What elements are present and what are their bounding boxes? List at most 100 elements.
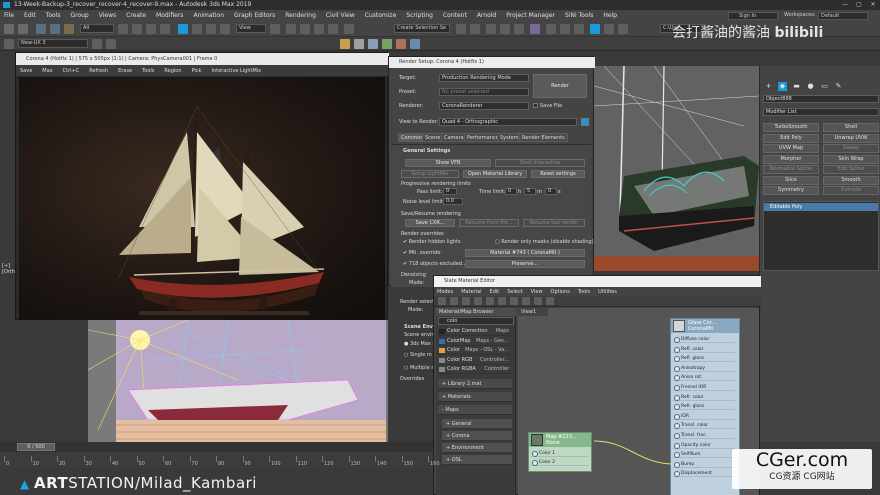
browser-category[interactable]: + Materials	[438, 392, 512, 402]
vfb-refresh-button[interactable]: Refresh	[89, 68, 108, 74]
browser-item[interactable]: Color RGBA Controller	[438, 365, 512, 374]
minimize-icon[interactable]: —	[838, 0, 852, 10]
slate-menu-tools[interactable]: Tools	[578, 289, 590, 295]
spinner-snap-icon[interactable]	[328, 24, 338, 34]
save-cxr-button[interactable]: Save CXR...	[405, 219, 455, 227]
preset-dropdown[interactable]: No preset selected	[439, 88, 529, 96]
reset-settings-button[interactable]: Reset settings	[531, 170, 585, 178]
create-tab-icon[interactable]: +	[764, 82, 773, 91]
menu-item-civil-view[interactable]: Civil View	[326, 12, 355, 19]
save-file-checkbox[interactable]	[533, 103, 538, 108]
vfb-pick-button[interactable]: Pick	[192, 68, 202, 74]
named-selection-dropdown[interactable]: Create Selection Se	[394, 24, 450, 33]
modifier-smooth-button[interactable]: Smooth	[823, 175, 879, 185]
window-crossing-icon[interactable]	[160, 24, 170, 34]
workspace-dropdown[interactable]: Default	[818, 12, 868, 20]
utilities-tab-icon[interactable]: ✎	[834, 82, 843, 91]
vfb-region-button[interactable]: Region	[164, 68, 181, 74]
percent-snap-icon[interactable]	[314, 24, 324, 34]
select-by-name-icon[interactable]	[132, 24, 142, 34]
view-to-render-dropdown[interactable]: Quad 4 - Orthographic	[439, 118, 577, 126]
general-settings-header[interactable]: General Settings	[403, 148, 450, 154]
align-icon[interactable]	[470, 24, 480, 34]
pick-material-icon[interactable]	[438, 297, 446, 305]
renderer-dropdown[interactable]: CoronaRenderer	[439, 102, 529, 110]
time-limit-seconds[interactable]: 0	[545, 188, 557, 195]
slate-menu-view[interactable]: View	[531, 289, 543, 295]
tab-system[interactable]: System	[497, 133, 522, 142]
undo-icon[interactable]	[4, 24, 14, 34]
corona-render-icon[interactable]	[590, 24, 600, 34]
menu-item-graph-editors[interactable]: Graph Editors	[234, 12, 275, 19]
vfb-tools-button[interactable]: Tools	[142, 68, 154, 74]
menu-item-help[interactable]: Help	[603, 12, 617, 19]
vfb-interactive-lightmix-button[interactable]: Interactive LightMix	[211, 68, 261, 74]
rendered-frame-window-icon[interactable]	[560, 24, 570, 34]
corona-proxy-icon[interactable]	[396, 39, 406, 49]
material-editor-icon[interactable]	[530, 24, 540, 34]
unlink-icon[interactable]	[50, 24, 60, 34]
schematic-view-icon[interactable]	[514, 24, 524, 34]
browser-item[interactable]: Color RGB Controller...	[438, 356, 512, 365]
snap-toggle-icon[interactable]	[286, 24, 296, 34]
modifier-morpher-button[interactable]: Morpher	[763, 154, 819, 164]
corona-camera-icon[interactable]	[368, 39, 378, 49]
menu-item-tools[interactable]: Tools	[46, 12, 61, 19]
modify-tab-icon[interactable]: ◆	[778, 82, 787, 91]
setup-lightmix-button[interactable]: Setup LightMix	[401, 170, 459, 178]
show-vfb-button[interactable]: Show VFB	[405, 159, 491, 167]
move-icon[interactable]	[178, 24, 188, 34]
corona-light-icon[interactable]	[340, 39, 350, 49]
render-setup-icon[interactable]	[546, 24, 556, 34]
vfb-erase-button[interactable]: Erase	[118, 68, 132, 74]
show-map-icon[interactable]	[510, 297, 518, 305]
corona-scatter-icon[interactable]	[382, 39, 392, 49]
menu-item-project-manager[interactable]: Project Manager	[506, 12, 555, 19]
rect-selection-icon[interactable]	[146, 24, 156, 34]
menu-item-customize[interactable]: Customize	[365, 12, 397, 19]
maximize-icon[interactable]: ▢	[852, 0, 866, 10]
modifier-shell-button[interactable]: Shell	[823, 123, 879, 132]
corona-decal-icon[interactable]	[410, 39, 420, 49]
preserve-button[interactable]: Preserve...	[465, 260, 585, 268]
rotate-icon[interactable]	[192, 24, 202, 34]
slate-menu-options[interactable]: Options	[551, 289, 570, 295]
open-material-library-button[interactable]: Open Material Library	[463, 170, 527, 178]
browser-category[interactable]: + Library 2.mat	[438, 379, 512, 389]
modifier-symmetry-button[interactable]: Symmetry	[763, 186, 819, 195]
target-dropdown[interactable]: Production Rendering Mode	[439, 74, 529, 82]
node-view[interactable]: View1 Glass Cor... CoronaMtl Diffuse col…	[518, 308, 759, 495]
slate-menu-edit[interactable]: Edit	[490, 289, 500, 295]
render-button[interactable]: Render	[533, 74, 587, 98]
noise-level-spinner[interactable]: 0.0	[443, 198, 463, 205]
resume-last-render-button[interactable]: Resume last render	[523, 219, 585, 227]
bind-spacewarp-icon[interactable]	[64, 24, 74, 34]
corona-sun-icon[interactable]	[354, 39, 364, 49]
menu-item-views[interactable]: Views	[99, 12, 116, 19]
browser-subcategory[interactable]: + General	[442, 419, 512, 429]
menu-item-edit[interactable]: Edit	[24, 12, 36, 19]
edit-named-selection-icon[interactable]	[344, 24, 354, 34]
add-layer-icon[interactable]	[92, 39, 102, 49]
vfb-ctrl-c-button[interactable]: Ctrl+C	[63, 68, 80, 74]
corona-interactive-icon[interactable]	[604, 24, 614, 34]
menu-item-sini-tools[interactable]: SiNi Tools	[565, 12, 593, 19]
modifier-turbosmooth-button[interactable]: TurboSmooth	[763, 123, 819, 132]
menu-item-file[interactable]: File	[4, 12, 14, 19]
stack-item-editable-poly[interactable]: Editable Poly	[764, 203, 878, 211]
modifier-unwrap-uvw-button[interactable]: Unwrap UVW	[823, 133, 879, 143]
perspective-viewport[interactable]	[594, 66, 759, 271]
bottom-viewport[interactable]	[88, 320, 388, 442]
browser-search-input[interactable]: colo	[438, 317, 514, 325]
single-map-radio[interactable]: ○ Single m	[404, 352, 432, 358]
browser-item[interactable]: Color Maps - OSL - Va...	[438, 346, 512, 355]
slate-menu-material[interactable]: Material	[461, 289, 481, 295]
modifier-slice-button[interactable]: Slice	[763, 175, 819, 185]
layer-explorer-icon[interactable]	[486, 24, 496, 34]
menu-item-modifiers[interactable]: Modifiers	[156, 12, 183, 19]
selection-filter-dropdown[interactable]: All	[80, 24, 114, 33]
menu-item-rendering[interactable]: Rendering	[285, 12, 316, 19]
object-name-field[interactable]: Object888	[763, 95, 879, 103]
slate-menu-select[interactable]: Select	[507, 289, 522, 295]
close-icon[interactable]: ✕	[866, 0, 880, 10]
